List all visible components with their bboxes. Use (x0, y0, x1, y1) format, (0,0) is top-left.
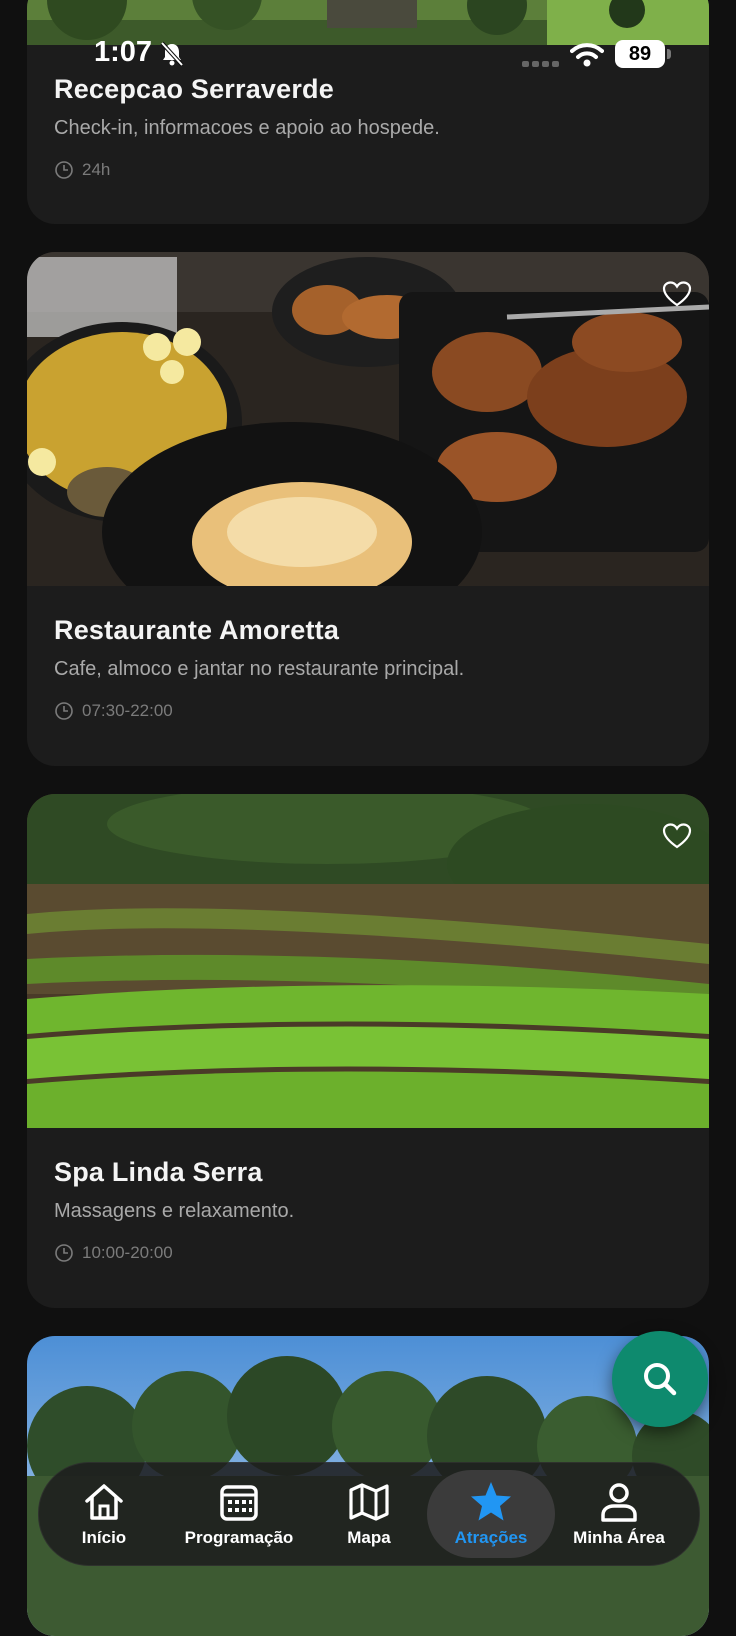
card-title: Spa Linda Serra (54, 1157, 263, 1187)
nav-label: Início (81, 1528, 127, 1547)
nav-item-inicio[interactable]: Início (69, 1463, 139, 1565)
bell-muted-icon (160, 41, 184, 67)
nav-item-atracoes[interactable]: Atrações (427, 1470, 555, 1558)
card-hours: 07:30-22:00 (54, 701, 682, 721)
clock-icon (55, 1244, 73, 1262)
hours-text: 10:00-20:00 (82, 1243, 173, 1262)
nav-item-mapa[interactable]: Mapa (334, 1463, 404, 1565)
home-icon (85, 1484, 123, 1520)
bottom-nav: Início Programação Mapa Atrações Minha Á… (38, 1462, 700, 1566)
favorite-heart-icon[interactable] (662, 280, 692, 308)
nav-item-minha-area[interactable]: Minha Área (563, 1463, 675, 1565)
status-time: 1:07 (94, 36, 153, 68)
battery-indicator: 89 (615, 40, 671, 68)
search-button[interactable] (612, 1331, 708, 1427)
search-icon (644, 1363, 677, 1396)
star-icon (471, 1482, 511, 1521)
card-image-restaurante (27, 252, 709, 642)
card-spa[interactable]: Spa Linda Serra Massagens e relaxamento.… (27, 794, 709, 1308)
nav-label: Mapa (347, 1528, 391, 1547)
status-bar: 1:07 89 (0, 36, 736, 76)
card-hours: 10:00-20:00 (54, 1243, 682, 1263)
card-description: Check-in, informacoes e apoio ao hospede… (54, 117, 440, 139)
hours-text: 07:30-22:00 (82, 701, 173, 720)
nav-label: Minha Área (573, 1528, 665, 1547)
favorite-heart-icon[interactable] (662, 822, 692, 850)
card-hours: 24h (54, 160, 682, 180)
nav-item-programacao[interactable]: Programação (179, 1463, 299, 1565)
nav-label: Programação (184, 1528, 294, 1547)
user-icon (601, 1483, 637, 1522)
card-recepcao[interactable]: Recepcao Serraverde Check-in, informacoe… (27, 0, 709, 224)
signal-dots-icon (522, 61, 559, 67)
hours-text: 24h (82, 160, 111, 179)
card-image-spa (27, 794, 709, 1128)
card-description: Cafe, almoco e jantar no restaurante pri… (54, 658, 465, 680)
card-description: Massagens e relaxamento. (54, 1200, 295, 1222)
map-icon (349, 1483, 389, 1521)
clock-icon (55, 702, 73, 720)
card-title: Recepcao Serraverde (54, 74, 334, 104)
clock-icon (55, 161, 73, 179)
wifi-icon (570, 43, 604, 67)
nav-label: Atrações (454, 1528, 528, 1547)
card-title: Restaurante Amoretta (54, 615, 340, 645)
calendar-icon (220, 1485, 258, 1521)
card-restaurante[interactable]: Restaurante Amoretta Cafe, almoco e jant… (27, 252, 709, 766)
